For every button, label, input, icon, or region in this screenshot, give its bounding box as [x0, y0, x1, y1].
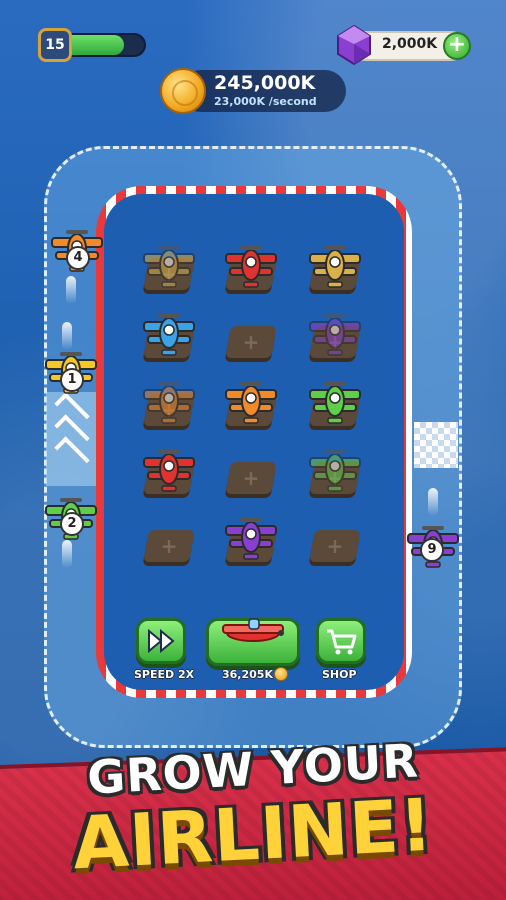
coin-icon: [274, 667, 288, 681]
gem-value: 2,000K: [382, 36, 438, 52]
level-badge: 15: [38, 28, 72, 62]
plane-icon[interactable]: [306, 444, 364, 496]
coin-rate: 23,000K /second: [214, 95, 317, 108]
plane-icon[interactable]: [222, 376, 280, 428]
exhaust-trail: [66, 276, 76, 304]
buy-plane-price: 36,205K: [222, 668, 273, 681]
hangar-slot[interactable]: [222, 518, 280, 566]
coin-icon: [160, 68, 206, 114]
hangar-slot[interactable]: [222, 246, 280, 294]
plane-icon[interactable]: [306, 376, 364, 428]
hangar-slot[interactable]: [306, 522, 364, 566]
plane-icon[interactable]: [140, 240, 198, 292]
plane-icon[interactable]: [306, 308, 364, 360]
shop-button-label: SHOP: [322, 668, 357, 681]
hangar-slot[interactable]: [140, 450, 198, 498]
hangar-slot[interactable]: [140, 246, 198, 294]
fast-forward-icon: [148, 628, 175, 654]
plane-icon[interactable]: [222, 512, 280, 564]
hangar-slot[interactable]: [140, 314, 198, 362]
plane-level-badge: 2: [60, 512, 84, 536]
hangar-slot[interactable]: [140, 382, 198, 430]
hangar-slot[interactable]: [306, 382, 364, 430]
exhaust-trail: [62, 322, 72, 350]
landing-pad: [143, 530, 195, 562]
add-gems-button[interactable]: +: [443, 32, 471, 60]
game-screen: 15 2,000K + 245,000K 23,000K /second 4 1: [0, 0, 506, 900]
level-number: 15: [45, 37, 65, 53]
shopping-cart-icon: [327, 629, 357, 655]
hangar-slot[interactable]: [222, 454, 280, 498]
hangar-slot[interactable]: [306, 450, 364, 498]
coin-total: 245,000K: [214, 72, 316, 94]
exhaust-trail: [428, 488, 438, 516]
landing-pad: [309, 530, 361, 562]
plane-level-badge: 4: [66, 246, 90, 270]
gem-icon: [337, 24, 371, 66]
exhaust-trail: [62, 540, 72, 568]
landing-pad: [225, 462, 277, 494]
hangar-slot[interactable]: [222, 382, 280, 430]
shop-button[interactable]: [316, 618, 366, 664]
hangar-slot[interactable]: [140, 522, 198, 566]
hangar-slot[interactable]: [306, 314, 364, 362]
level-progress-bar: [60, 33, 146, 57]
hangar-slot[interactable]: [306, 246, 364, 294]
speed-button[interactable]: [136, 618, 186, 664]
plane-level-badge: 9: [420, 538, 444, 562]
plane-icon[interactable]: [222, 240, 280, 292]
landing-pad: [225, 326, 277, 358]
speed-button-label: SPEED 2X: [134, 668, 195, 681]
plane-icon[interactable]: [140, 308, 198, 360]
hangar-slot[interactable]: [222, 318, 280, 362]
buy-plane-button[interactable]: [206, 618, 300, 666]
plane-icon[interactable]: [306, 240, 364, 292]
plane-icon[interactable]: [140, 376, 198, 428]
checkered-finish-line: [414, 422, 458, 468]
plane-icon[interactable]: [140, 444, 198, 496]
plane-level-badge: 1: [60, 368, 84, 392]
plane-icon: [222, 618, 284, 642]
